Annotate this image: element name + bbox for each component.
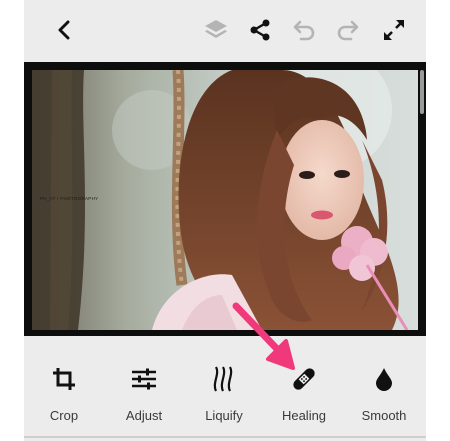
back-button[interactable] [48, 14, 80, 46]
layers-icon [203, 17, 229, 43]
liquify-icon [212, 364, 236, 394]
fullscreen-button[interactable] [378, 14, 410, 46]
drop-icon [375, 364, 393, 394]
canvas-scroll-handle[interactable] [420, 70, 424, 114]
bandage-icon [290, 364, 318, 394]
share-button[interactable] [244, 14, 276, 46]
share-icon [248, 18, 272, 42]
undo-button[interactable] [288, 14, 320, 46]
tool-bar: Crop Adjust Liquify Healing Smooth [24, 342, 426, 436]
undo-icon [291, 19, 317, 41]
adjust-tool-button[interactable]: Adjust [104, 342, 184, 436]
bottom-divider [24, 436, 426, 438]
liquify-tool-label: Liquify [205, 408, 243, 423]
expand-icon [381, 17, 407, 43]
smooth-tool-button[interactable]: Smooth [344, 342, 424, 436]
layers-button[interactable] [200, 14, 232, 46]
healing-tool-button[interactable]: Healing [264, 342, 344, 436]
top-toolbar [24, 0, 426, 62]
crop-tool-label: Crop [49, 408, 79, 423]
redo-button[interactable] [332, 14, 364, 46]
sliders-icon [131, 364, 157, 394]
chevron-left-icon [56, 20, 72, 40]
photo-watermark: PH_AT / PHOTOGRAPHY [40, 196, 99, 201]
smooth-tool-label: Smooth [361, 408, 407, 423]
edited-photo[interactable]: PH_AT / PHOTOGRAPHY [32, 70, 418, 330]
redo-icon [335, 19, 361, 41]
crop-icon [51, 364, 77, 394]
healing-tool-label: Healing [281, 408, 327, 423]
crop-tool-button[interactable]: Crop [24, 342, 104, 436]
liquify-tool-button[interactable]: Liquify [184, 342, 264, 436]
photo-canvas[interactable]: PH_AT / PHOTOGRAPHY [24, 62, 426, 336]
adjust-tool-label: Adjust [125, 408, 163, 423]
